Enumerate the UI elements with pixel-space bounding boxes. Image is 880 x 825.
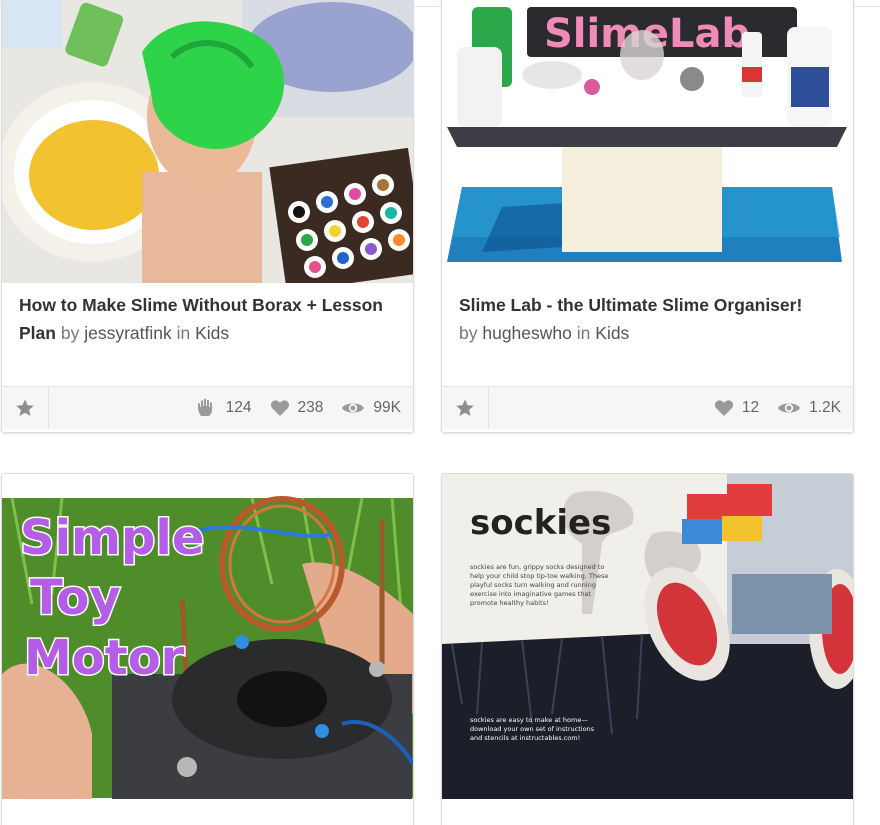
toy-motor-photo-icon: Simple Toy Motor [2, 474, 413, 799]
toy-motor-title-line2: Toy [30, 570, 121, 626]
svg-text:and stencils at instructables.: and stencils at instructables.com! [470, 734, 580, 742]
favorite-button[interactable] [442, 387, 489, 429]
svg-text:sockies are fun, grippy socks: sockies are fun, grippy socks designed t… [470, 563, 604, 571]
svg-text:promote healthy habits!: promote healthy habits! [470, 599, 549, 607]
card-footer: 12 1.2K [442, 386, 853, 429]
instructables-grid: How to Make Slime Without Borax + Lesson… [0, 0, 880, 825]
project-card-sockies[interactable]: sockies sockies are fun, grippy socks de… [441, 473, 854, 825]
project-thumbnail[interactable]: Simple Toy Motor [2, 474, 413, 799]
views-count: 99K [373, 399, 401, 416]
in-label: in [176, 323, 191, 343]
views-stat: 1.2K [777, 399, 841, 417]
heart-icon [714, 400, 733, 416]
views-count: 1.2K [809, 399, 841, 416]
project-thumbnail[interactable]: SlimeLab [442, 0, 853, 283]
eye-icon [342, 403, 365, 413]
favorite-button[interactable] [2, 387, 49, 429]
category-link[interactable]: Kids [195, 323, 229, 343]
by-label: by [60, 323, 80, 343]
by-label: by [459, 323, 478, 343]
project-card-slime[interactable]: How to Make Slime Without Borax + Lesson… [1, 0, 414, 433]
favorites-count: 12 [741, 399, 760, 416]
svg-text:playful socks turn walking and: playful socks turn walking and running [470, 581, 596, 589]
made-count: 124 [225, 399, 252, 416]
slime-lab-photo-icon: SlimeLab [442, 0, 853, 283]
star-icon [16, 399, 34, 416]
project-thumbnail[interactable] [2, 0, 413, 283]
card-stats: 124 238 99K [178, 387, 401, 429]
views-stat: 99K [341, 399, 401, 417]
project-title[interactable]: Slime Lab - the Ultimate Slime Organiser… [459, 295, 802, 315]
favorites-stat: 12 [714, 399, 759, 417]
toy-motor-title-line3: Motor [24, 630, 185, 686]
card-stats: 12 1.2K [696, 387, 841, 429]
favorites-stat: 238 [270, 399, 324, 417]
project-card-toy-motor[interactable]: Simple Toy Motor [1, 473, 414, 825]
author-link[interactable]: hugheswho [482, 323, 572, 343]
project-thumbnail[interactable]: sockies sockies are fun, grippy socks de… [442, 474, 853, 799]
project-title-block: Slime Lab - the Ultimate Slime Organiser… [459, 291, 839, 347]
card-footer: 124 238 99K [2, 386, 413, 429]
author-link[interactable]: jessyratfink [84, 323, 172, 343]
favorites-count: 238 [297, 399, 324, 416]
project-title-block: How to Make Slime Without Borax + Lesson… [19, 291, 399, 347]
eye-icon [778, 403, 801, 413]
hand-icon [197, 398, 212, 416]
svg-text:sockies are easy to make at ho: sockies are easy to make at home— [470, 716, 588, 724]
sockies-logo: sockies [470, 503, 611, 543]
sockies-photo-icon: sockies sockies are fun, grippy socks de… [442, 474, 853, 799]
made-stat: 124 [196, 398, 252, 418]
svg-text:download your own set of instr: download your own set of instructions [470, 725, 595, 733]
project-card-slime-lab[interactable]: SlimeLab Slime Lab - the Ultimate Slime … [441, 0, 854, 433]
category-link[interactable]: Kids [595, 323, 629, 343]
heart-icon [270, 400, 289, 416]
svg-text:exercise into imaginative game: exercise into imaginative games that [470, 590, 591, 598]
svg-text:help your child stop tip-toe w: help your child stop tip-toe walking. Th… [470, 572, 608, 580]
toy-motor-title-line1: Simple [20, 510, 204, 566]
star-icon [456, 399, 474, 416]
slime-photo-icon [2, 0, 413, 283]
in-label: in [576, 323, 591, 343]
